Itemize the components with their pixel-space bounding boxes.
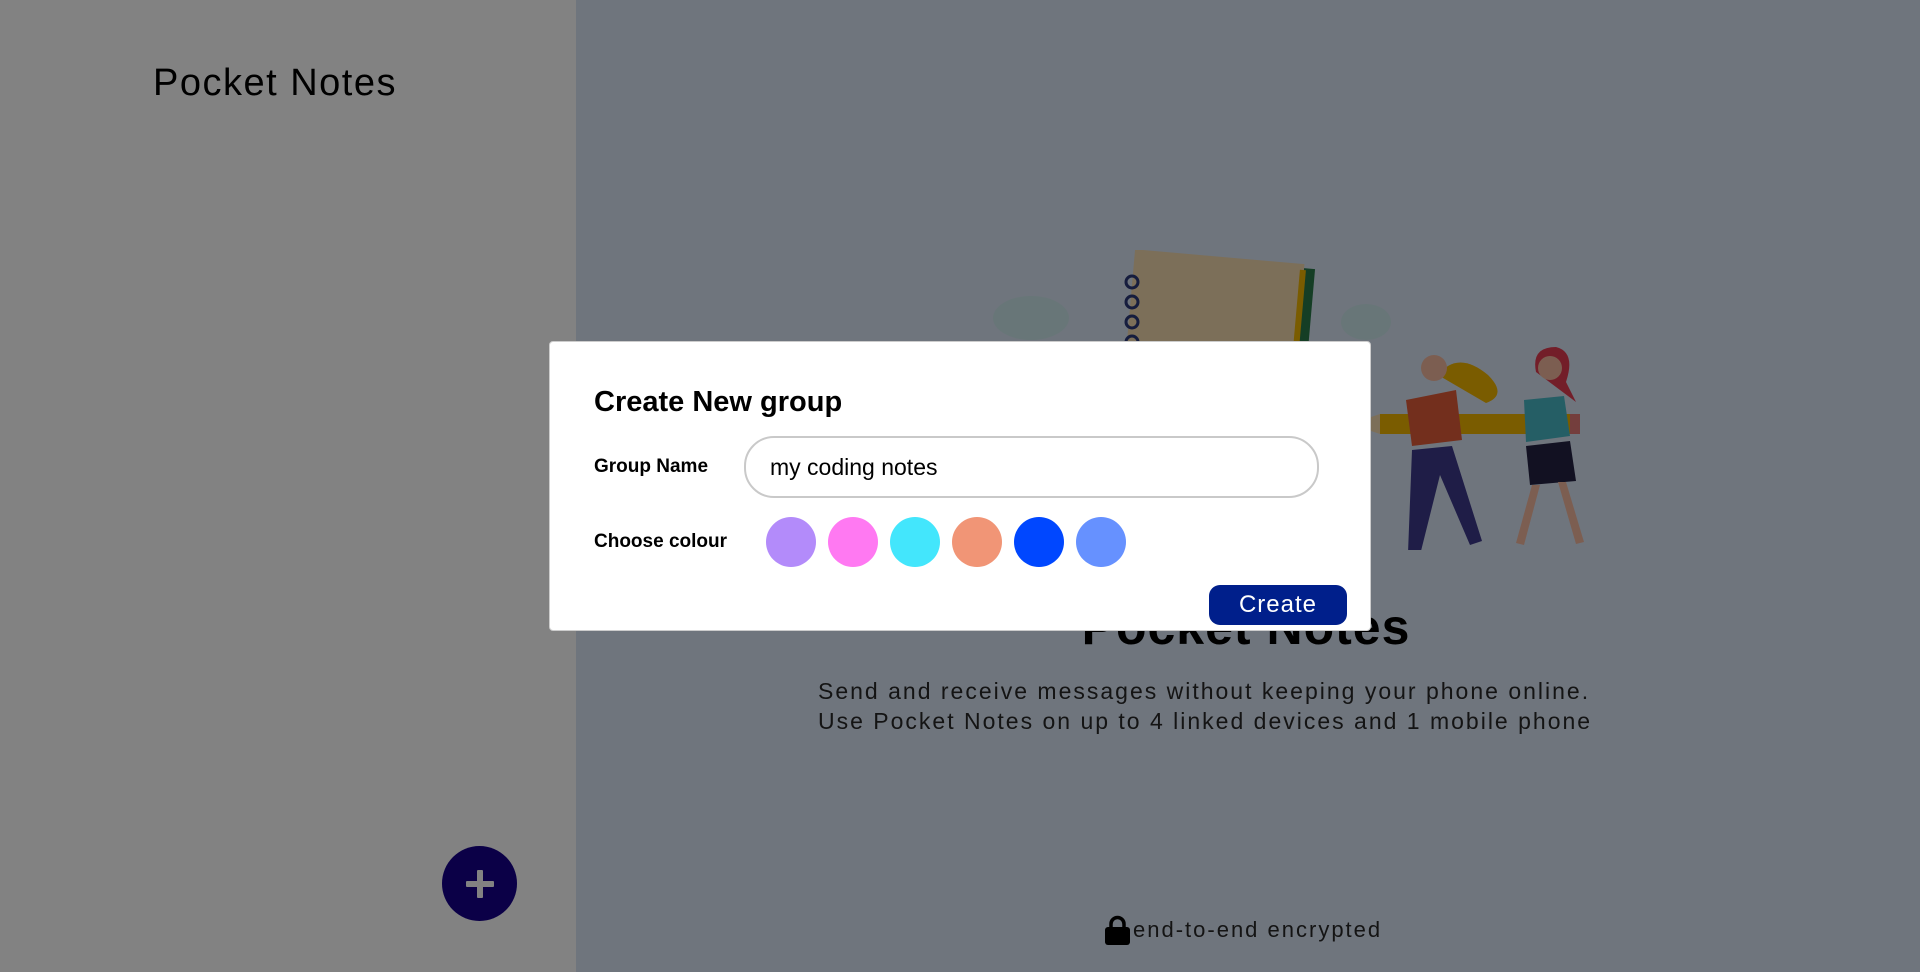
colour-swatch[interactable] — [828, 517, 878, 567]
create-group-dialog: Create New group Group Name Choose colou… — [549, 341, 1371, 631]
colour-swatch[interactable] — [952, 517, 1002, 567]
group-name-label: Group Name — [594, 456, 709, 477]
colour-picker — [766, 517, 1126, 567]
group-name-input[interactable] — [744, 436, 1319, 498]
colour-swatch[interactable] — [1076, 517, 1126, 567]
colour-swatch[interactable] — [890, 517, 940, 567]
colour-swatch[interactable] — [766, 517, 816, 567]
choose-colour-label: Choose colour — [594, 531, 728, 552]
create-button[interactable]: Create — [1209, 585, 1347, 625]
dialog-title: Create New group — [594, 386, 843, 418]
colour-swatch[interactable] — [1014, 517, 1064, 567]
